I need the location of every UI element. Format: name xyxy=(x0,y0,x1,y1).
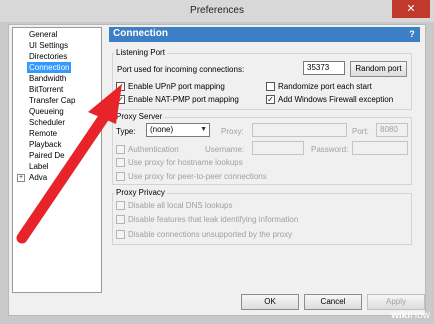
password-input[interactable] xyxy=(352,141,408,155)
randomize-port-label: Randomize port each start xyxy=(278,82,372,91)
sidebar-item-transfer-cap[interactable]: Transfer Cap xyxy=(27,95,77,106)
chevron-down-icon: ▼ xyxy=(200,126,207,133)
hostname-lookup-checkbox[interactable] xyxy=(116,158,125,167)
ok-button[interactable]: OK xyxy=(241,294,299,310)
proxy-type-label: Type: xyxy=(116,127,136,136)
username-label: Username: xyxy=(205,145,245,154)
expand-icon[interactable]: + xyxy=(17,174,25,182)
sidebar-item-bittorrent[interactable]: BitTorrent xyxy=(27,84,65,95)
sidebar-item-connection[interactable]: Connection xyxy=(27,62,72,73)
sidebar-item-playback[interactable]: Playback xyxy=(27,139,63,150)
natpmp-checkbox[interactable]: ✓ xyxy=(116,95,125,104)
port-input[interactable]: 35373 xyxy=(303,61,345,75)
proxy-port-label: Port: xyxy=(352,127,369,136)
wikihow-watermark: wikiHow xyxy=(391,310,430,321)
proxy-privacy-title: Proxy Privacy xyxy=(114,188,167,197)
category-tree: General UI Settings Directories Connecti… xyxy=(12,27,102,293)
random-port-button[interactable]: Random port xyxy=(350,61,407,77)
firewall-checkbox[interactable]: ✓ xyxy=(266,95,275,104)
cancel-button[interactable]: Cancel xyxy=(304,294,362,310)
unsupported-conn-label: Disable connections unsupported by the p… xyxy=(128,230,293,239)
proxy-host-label: Proxy: xyxy=(221,127,244,136)
peer-proxy-label: Use proxy for peer-to-peer connections xyxy=(128,172,267,181)
firewall-label: Add Windows Firewall exception xyxy=(278,95,394,104)
proxy-host-input[interactable] xyxy=(252,123,347,137)
upnp-checkbox[interactable]: ✓ xyxy=(116,82,125,91)
upnp-label: Enable UPnP port mapping xyxy=(128,82,225,91)
apply-button[interactable]: Apply xyxy=(367,294,425,310)
authentication-checkbox[interactable] xyxy=(116,145,125,154)
close-button[interactable]: ✕ xyxy=(392,0,430,18)
watermark-how: How xyxy=(409,310,430,321)
sidebar-item-label[interactable]: Label xyxy=(27,161,51,172)
port-label: Port used for incoming connections: xyxy=(117,65,245,74)
proxy-port-input[interactable]: 8080 xyxy=(376,123,408,137)
title-bar: Preferences ✕ xyxy=(0,0,434,22)
watermark-wiki: wiki xyxy=(391,310,410,321)
listening-port-title: Listening Port xyxy=(114,48,167,57)
password-label: Password: xyxy=(311,145,349,154)
section-header: Connection ? xyxy=(109,27,420,42)
sidebar-item-remote[interactable]: Remote xyxy=(27,128,59,139)
sidebar-item-paired-devices[interactable]: Paired De xyxy=(27,150,67,161)
randomize-port-checkbox[interactable] xyxy=(266,82,275,91)
sidebar-item-bandwidth[interactable]: Bandwidth xyxy=(27,73,68,84)
leak-info-label: Disable features that leak identifying i… xyxy=(128,215,299,224)
authentication-label: Authentication xyxy=(128,145,179,154)
natpmp-label: Enable NAT-PMP port mapping xyxy=(128,95,239,104)
sidebar-item-directories[interactable]: Directories xyxy=(27,51,69,62)
sidebar-item-general[interactable]: General xyxy=(27,29,59,40)
window-title: Preferences xyxy=(190,5,244,16)
dns-lookup-label: Disable all local DNS lookups xyxy=(128,201,233,210)
proxy-server-title: Proxy Server xyxy=(114,112,165,121)
sidebar-item-advanced[interactable]: Adva xyxy=(27,172,49,183)
dns-lookup-checkbox[interactable] xyxy=(116,201,125,210)
peer-proxy-checkbox[interactable] xyxy=(116,172,125,181)
section-title: Connection xyxy=(113,28,168,39)
help-icon[interactable]: ? xyxy=(407,29,417,39)
sidebar-item-scheduler[interactable]: Scheduler xyxy=(27,117,67,128)
sidebar-item-ui-settings[interactable]: UI Settings xyxy=(27,40,70,51)
unsupported-conn-checkbox[interactable] xyxy=(116,230,125,239)
proxy-type-select[interactable]: (none) ▼ xyxy=(146,123,210,137)
username-input[interactable] xyxy=(252,141,304,155)
sidebar-item-queueing[interactable]: Queueing xyxy=(27,106,66,117)
leak-info-checkbox[interactable] xyxy=(116,215,125,224)
hostname-lookup-label: Use proxy for hostname lookups xyxy=(128,158,243,167)
proxy-type-value: (none) xyxy=(150,125,174,134)
